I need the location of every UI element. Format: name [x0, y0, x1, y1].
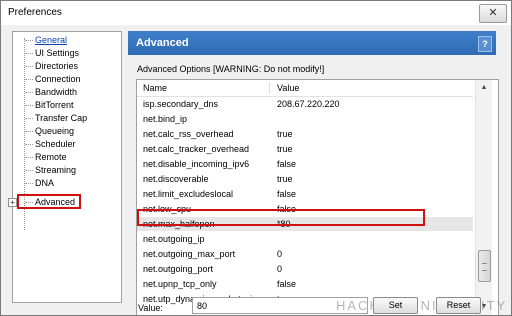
tree-item-transfer-cap[interactable]: Transfer Cap [24, 112, 87, 125]
option-row[interactable]: net.outgoing_max_port 0 [137, 247, 473, 261]
watermark: HACKINGUNIVERSITY [336, 298, 508, 313]
group-title: Advanced Options [WARNING: Do not modify… [137, 64, 325, 74]
option-row[interactable]: net.upnp_tcp_only false [137, 277, 473, 291]
option-name: net.bind_ip [143, 114, 188, 124]
list-scrollbar[interactable]: ▲ ▼ [475, 80, 492, 315]
column-value-header[interactable]: Value [277, 83, 299, 93]
expand-advanced-icon[interactable]: + [8, 198, 17, 207]
thumb-grip [482, 263, 487, 271]
option-name: net.upnp_tcp_only [143, 279, 217, 289]
option-value: true [277, 129, 293, 139]
column-divider [269, 82, 270, 94]
close-icon: ✕ [488, 7, 498, 19]
option-row[interactable]: net.bind_ip [137, 112, 473, 126]
close-button[interactable]: ✕ [479, 4, 507, 23]
option-value: true [277, 174, 293, 184]
option-row[interactable]: net.disable_incoming_ipv6 false [137, 157, 473, 171]
value-label: Value: [138, 303, 163, 313]
option-row[interactable]: net.limit_excludeslocal false [137, 187, 473, 201]
tree-item-remote[interactable]: Remote [25, 151, 67, 164]
option-name: net.outgoing_ip [143, 234, 205, 244]
tree-item-ui-settings[interactable]: UI Settings [24, 47, 79, 60]
tree-item-bandwidth[interactable]: Bandwidth [24, 86, 77, 99]
selected-row-highlight-box [137, 209, 425, 226]
scroll-up-icon[interactable]: ▲ [476, 80, 492, 96]
list-header: Name Value [137, 80, 473, 97]
option-row[interactable]: net.discoverable true [137, 172, 473, 186]
advanced-highlight-box [17, 194, 81, 209]
option-row[interactable]: isp.secondary_dns 208.67.220.220 [137, 97, 473, 111]
option-name: net.calc_rss_overhead [143, 129, 234, 139]
tree-item-directories[interactable]: Directories [24, 60, 78, 73]
option-value: 0 [277, 264, 283, 274]
column-name-header[interactable]: Name [143, 83, 167, 93]
option-row[interactable]: net.calc_tracker_overhead true [137, 142, 473, 156]
option-value: 0 [277, 249, 283, 259]
option-name: net.disable_incoming_ipv6 [143, 159, 250, 169]
option-name: isp.secondary_dns [143, 99, 219, 109]
tree-item-scheduler[interactable]: Scheduler [25, 138, 76, 151]
help-icon[interactable]: ? [478, 36, 492, 52]
tree-item-connection[interactable]: Connection [25, 73, 81, 86]
title-bar: Preferences ✕ [1, 1, 511, 25]
preferences-tree: General UI Settings Directories Connecti… [12, 31, 122, 303]
option-value: false [277, 159, 297, 169]
preferences-window: Preferences ✕ General UI Settings Direct… [0, 0, 512, 316]
option-value: 208.67.220.220 [277, 99, 340, 109]
option-row[interactable]: net.outgoing_ip [137, 232, 473, 246]
panel-header: Advanced ? [128, 31, 496, 55]
panel-title: Advanced [136, 37, 189, 49]
option-name: net.outgoing_max_port [143, 249, 236, 259]
reset-button[interactable]: Reset [436, 297, 481, 314]
option-value: true [277, 144, 293, 154]
advanced-panel: Advanced ? Advanced Options [WARNING: Do… [128, 31, 503, 315]
tree-item-dna[interactable]: DNA [24, 177, 54, 190]
tree-item-general[interactable]: General [24, 34, 67, 47]
option-value: false [277, 189, 297, 199]
scroll-thumb[interactable] [478, 250, 491, 282]
option-name: net.discoverable [143, 174, 209, 184]
tree-item-streaming[interactable]: Streaming [24, 164, 76, 177]
option-row[interactable]: net.outgoing_port 0 [137, 262, 473, 276]
option-name: net.limit_excludeslocal [143, 189, 234, 199]
tree-item-bittorrent[interactable]: BitTorrent [25, 99, 74, 112]
option-name: net.calc_tracker_overhead [143, 144, 250, 154]
option-name: net.outgoing_port [143, 264, 214, 274]
window-title: Preferences [8, 7, 62, 18]
tree-item-queueing[interactable]: Queueing [24, 125, 74, 138]
set-button[interactable]: Set [373, 297, 418, 314]
option-value: false [277, 279, 297, 289]
advanced-options-list[interactable]: Name Value isp.secondary_dns 208.67.220.2… [136, 79, 499, 315]
option-row[interactable]: net.calc_rss_overhead true [137, 127, 473, 141]
